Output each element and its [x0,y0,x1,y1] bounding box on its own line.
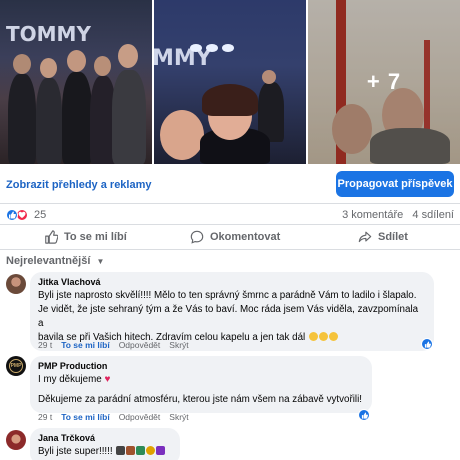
like-action-button[interactable]: To se mi líbí [44,230,127,244]
comment-hide-link[interactable]: Skrýt [169,412,188,422]
band-member-figure [112,70,146,164]
comment-item: Jana Trčková Byli jste super!!!!! [0,428,460,460]
comment-bubble: Jana Trčková Byli jste super!!!!! [30,428,180,460]
selfie-face [160,110,204,160]
reaction-count[interactable]: 25 [34,209,46,221]
comment-bubble: PMP Production I my děkujeme ♥ Děkujeme … [30,356,372,413]
banner-logo-graphic: MMY [154,46,212,71]
thumbs-up-icon [424,340,431,348]
comments-shares-summary[interactable]: 3 komentáře 4 sdílení [342,209,454,221]
selfie-hair [202,84,258,116]
comment-like-link[interactable]: To se mi líbí [61,340,110,350]
stage-lights [190,44,202,52]
comment-time[interactable]: 29 t [38,412,52,422]
comment-like-link[interactable]: To se mi líbí [61,412,110,422]
share-count[interactable]: 4 sdílení [412,209,454,221]
heart-emoji-icon: ♥ [104,374,111,385]
comment-item: PMP PMP Production I my děkujeme ♥ Děkuj… [0,356,460,424]
comment-item: Jitka Vlachová Byli jste naprosto skvělí… [0,272,460,352]
band-member-head [94,56,111,76]
pmp-logo-mark: PMP [9,359,23,373]
comment-count[interactable]: 3 komentáře [342,209,403,221]
more-photos-count: + 7 [366,69,402,94]
share-action-button[interactable]: Sdílet [358,230,408,244]
comment-bubble-icon [190,230,204,244]
clap-emoji-icon [308,332,318,341]
microphone-emoji-icon [116,446,126,455]
reaction-icons[interactable] [6,209,32,221]
comment-line: Byli jste super!!!!! [38,446,113,457]
more-photos-overlay[interactable]: + 7 [308,0,460,164]
band-member-head [40,58,57,78]
comment-text: I my děkujeme ♥ Děkujeme za parádní atmo… [38,373,364,407]
post-photo-2[interactable]: MMY [154,0,306,164]
comment-line: Byli jste naprosto skvělí!!!! Mělo to te… [38,290,417,301]
muscle-emoji-icon [328,332,338,341]
comment-text: Byli jste naprosto skvělí!!!! Mělo to te… [38,289,426,345]
post-photo-grid: TOMMY MMY + 7 [0,0,460,164]
comment-line: Je vidět, že jste sehraný tým a že Vás t… [38,304,419,329]
comment-action-label: Okomentovat [210,231,281,243]
music-emoji-icon [156,446,166,455]
ok-hand-emoji-icon [318,332,328,341]
comment-meta: 29 t To se mi líbí Odpovědět Skrýt [38,412,189,422]
comment-line: Děkujeme za parádní atmosféru, kterou js… [38,394,362,405]
banner-logo-graphic: TOMMY [6,22,91,46]
comment-author[interactable]: Jana Trčková [38,433,172,443]
thumbs-up-icon [361,411,368,419]
comment-like-badge[interactable] [421,338,433,350]
share-arrow-icon [358,231,372,243]
comment-time[interactable]: 29 t [38,340,52,350]
comment-text: Byli jste super!!!!! [38,445,172,459]
like-reaction-icon [6,209,18,221]
band-member-head [67,50,86,72]
comment-reply-link[interactable]: Odpovědět [119,412,161,422]
comment-action-button[interactable]: Okomentovat [190,230,280,244]
post-stats: 25 3 komentáře 4 sdílení [0,205,460,225]
comment-author[interactable]: PMP Production [38,361,364,371]
comment-author[interactable]: Jitka Vlachová [38,277,426,287]
promote-post-button[interactable]: Propagovat příspěvek [336,171,454,197]
comment-hide-link[interactable]: Skrýt [169,340,188,350]
guitarist-head [262,70,276,84]
guitar-emoji-icon [126,446,136,455]
commenter-avatar[interactable]: PMP [6,356,26,376]
post-photo-1[interactable]: TOMMY [0,0,152,164]
sort-label: Nejrelevantnější [6,255,91,267]
band-member-head [118,44,138,68]
commenter-avatar[interactable] [6,430,26,450]
band-member-head [13,54,31,74]
comment-like-badge[interactable] [358,409,370,421]
post-photo-3[interactable]: + 7 [308,0,460,164]
comment-meta: 29 t To se mi líbí Odpovědět Skrýt [38,340,189,350]
post-action-bar: To se mi líbí Okomentovat Sdílet [0,224,460,250]
chevron-down-icon: ▼ [96,257,105,266]
band-member-figure [62,72,92,164]
trophy-emoji-icon [146,446,156,455]
comment-sort-dropdown[interactable]: Nejrelevantnější ▼ [6,255,104,267]
share-action-label: Sdílet [378,231,408,243]
like-action-label: To se mi líbí [64,231,127,243]
band-member-figure [36,78,62,164]
bottle-emoji-icon [136,446,146,455]
band-member-figure [8,74,36,164]
thumbs-up-icon [45,230,58,244]
insights-ads-link[interactable]: Zobrazit přehledy a reklamy [6,179,152,191]
comment-reply-link[interactable]: Odpovědět [119,340,161,350]
comment-line-with-emoji: I my děkujeme ♥ [38,373,364,387]
commenter-avatar[interactable] [6,274,26,294]
comment-line: I my děkujeme [38,374,102,385]
